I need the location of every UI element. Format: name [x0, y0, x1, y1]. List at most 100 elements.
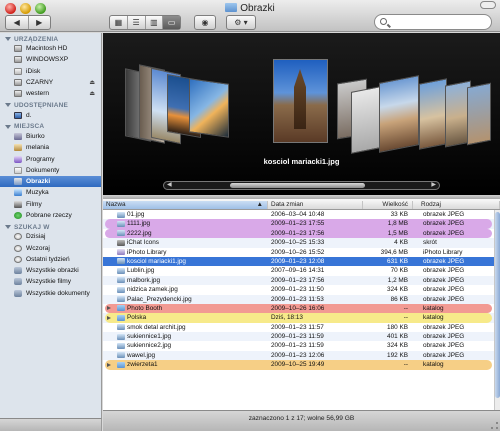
table-row[interactable]: wawel.jpg 2009–01–23 12:06 192 KB obrazek J… [103, 350, 494, 361]
table-row[interactable]: zwierzeta1 2009–10–25 19:49 -- katalog [103, 360, 494, 370]
sidebar-item-label: Filmy [26, 200, 42, 208]
pic-icon [14, 178, 22, 186]
sidebar-item[interactable]: Obrazki [0, 175, 101, 188]
cell-name: 1111.jpg [127, 220, 151, 228]
sidebar-item[interactable]: iDisk [0, 66, 101, 77]
cell-date: 2009–01–23 11:57 [271, 323, 324, 331]
sidebar-section-header[interactable]: URZĄDZENIA [0, 33, 101, 43]
search-input[interactable] [374, 14, 492, 30]
sidebar-item[interactable]: Dokumenty [0, 165, 101, 176]
quick-look-button[interactable]: ◉ [194, 15, 216, 30]
sidebar-item[interactable]: d. [0, 109, 101, 120]
back-button[interactable]: ◀ [6, 16, 29, 29]
table-row[interactable]: Palac_Prezydencki.jpg 2009–01–23 11:53 86 … [103, 294, 494, 304]
cell-size: 33 KB [390, 211, 408, 218]
table-row[interactable]: sukiennice1.jpg 2009–01–23 11:59 401 KB obr… [103, 332, 494, 342]
resize-grip-icon[interactable] [491, 422, 498, 429]
disclosure-triangle-icon[interactable] [107, 362, 111, 367]
cell-date: 2009–01–23 17:55 [271, 220, 325, 228]
table-row[interactable]: 1111.jpg 2009–01–23 17:55 1,8 MB obrazek JP… [103, 219, 494, 229]
scroll-left-icon[interactable]: ◀ [167, 181, 172, 188]
sidebar-item[interactable]: Dzisiaj [0, 231, 101, 242]
window-title-text: Obrazki [240, 3, 275, 14]
table-row[interactable]: malbork.jpg 2009–01–23 17:56 1,2 MB obrazek… [103, 275, 494, 286]
cover-item[interactable] [419, 78, 447, 150]
disclosure-triangle-icon[interactable] [5, 37, 11, 41]
sidebar-item[interactable]: Wszystkie dokumenty [0, 288, 101, 299]
disclosure-triangle-icon[interactable] [107, 306, 111, 311]
sidebar-item[interactable]: Macintosh HD [0, 43, 101, 54]
list-scrollbar[interactable] [494, 210, 500, 410]
cover-item[interactable] [379, 75, 419, 153]
sidebar-item[interactable]: Muzyka [0, 187, 101, 198]
sidebar-item[interactable]: CZARNY ⏏ [0, 77, 101, 88]
cell-kind: iPhoto Library [423, 248, 463, 256]
sidebar-item[interactable]: Biurko [0, 131, 101, 142]
cell-name: smok detal archit.jpg [127, 323, 186, 331]
disclosure-triangle-icon[interactable] [5, 103, 11, 108]
list-scroll-thumb[interactable] [495, 212, 500, 398]
list-view-button[interactable]: ☰ [128, 16, 146, 29]
cover-flow[interactable]: kosciol mariacki1.jpg ◀ ▶ [103, 33, 500, 195]
table-row[interactable]: sukiennice2.jpg 2009–01–23 11:59 324 KB obr… [103, 341, 494, 350]
table-row[interactable]: Polska Dziś, 18:13 -- katalog [103, 313, 494, 323]
sidebar-item[interactable]: western ⏏ [0, 88, 101, 99]
toolbar-toggle-button[interactable] [480, 1, 496, 9]
forward-button[interactable]: ▶ [29, 16, 51, 29]
cell-size: 324 KB [387, 286, 408, 294]
column-view-button[interactable]: ▥ [146, 16, 164, 29]
cell-date: 2009–01–23 12:08 [271, 257, 325, 265]
sidebar-section-header[interactable]: SZUKAJ W [0, 221, 101, 231]
eject-icon[interactable]: ⏏ [89, 79, 95, 86]
table-row[interactable]: 01.jpg 2006–03–04 10:48 33 KB obrazek JPEG [103, 210, 494, 219]
coverflow-view-button[interactable]: ▭ [163, 16, 180, 29]
cover-scrollbar[interactable]: ◀ ▶ [163, 181, 440, 190]
disclosure-triangle-icon[interactable] [5, 124, 11, 129]
table-row[interactable]: Photo Booth 2009–10–26 16:06 -- katalog [103, 303, 494, 314]
sidebar-item[interactable]: WINDOWSXP [0, 54, 101, 65]
column-kind-header[interactable]: Rodzaj [413, 201, 500, 209]
sidebar-item-label: iDisk [26, 67, 41, 75]
sidebar-item[interactable]: melania [0, 142, 101, 153]
sidebar-item[interactable]: Wszystkie filmy [0, 276, 101, 287]
table-row[interactable]: iChat Icons 2009–10–25 15:33 4 KB skrót [103, 238, 494, 248]
column-name-header[interactable]: Nazwa ▲ [103, 201, 268, 209]
status-text: zaznaczono 1 z 17; wolne 56,99 GB [248, 415, 355, 422]
cell-name: Photo Booth [127, 304, 163, 312]
cell-date: 2009–10–25 19:49 [271, 361, 325, 369]
column-date-header[interactable]: Data zmian [268, 201, 363, 209]
sidebar-item[interactable]: Wczoraj [0, 242, 101, 253]
cover-item[interactable] [351, 86, 381, 154]
icon-view-button[interactable]: ▦ [110, 16, 128, 29]
cell-kind: obrazek JPEG [423, 295, 465, 303]
eject-icon[interactable]: ⏏ [89, 90, 95, 97]
sidebar-item[interactable]: Programy [0, 153, 101, 164]
disclosure-triangle-icon[interactable] [5, 225, 11, 230]
table-row[interactable]: kosciol mariacki1.jpg 2009–01–23 12:08 631… [103, 256, 494, 267]
column-size-header[interactable]: Wielkość [363, 201, 413, 209]
cover-item[interactable] [189, 78, 229, 138]
sidebar-section-title: URZĄDZENIA [14, 35, 59, 43]
sidebar-item[interactable]: Ostatni tydzień [0, 254, 101, 265]
scroll-right-icon[interactable]: ▶ [431, 181, 436, 188]
sidebar-item-label: CZARNY [26, 79, 54, 87]
table-row[interactable]: nidzica zamek.jpg 2009–01–23 11:50 324 KB o… [103, 285, 494, 294]
sidebar-section-header[interactable]: MIEJSCA [0, 121, 101, 131]
hd-icon [14, 45, 22, 53]
table-row[interactable]: 2222.jpg 2009–01–23 17:56 1,5 MB obrazek JP… [103, 228, 494, 239]
action-menu-button[interactable]: ⚙ ▾ [226, 15, 256, 30]
cell-name: sukiennice1.jpg [127, 333, 172, 341]
sidebar-section-header[interactable]: UDOSTĘPNIANE [0, 99, 101, 109]
cover-scroll-thumb[interactable] [230, 183, 365, 188]
cell-size: 631 KB [387, 257, 408, 265]
table-row[interactable]: Lublin.jpg 2007–09–16 14:31 70 KB obrazek J… [103, 266, 494, 275]
sidebar-item[interactable]: Pobrane rzeczy [0, 210, 101, 221]
cell-name: sukiennice2.jpg [127, 342, 172, 350]
sidebar-item[interactable]: Filmy [0, 199, 101, 210]
table-row[interactable]: iPhoto Library 2009–10–26 15:52 394,6 MB iP… [103, 248, 494, 257]
table-row[interactable]: smok detal archit.jpg 2009–01–23 11:57 180… [103, 323, 494, 332]
cover-item[interactable] [467, 82, 491, 146]
sidebar-item[interactable]: Wszystkie obrazki [0, 265, 101, 276]
disclosure-triangle-icon[interactable] [107, 315, 111, 320]
cell-date: 2006–03–04 10:48 [271, 211, 325, 218]
